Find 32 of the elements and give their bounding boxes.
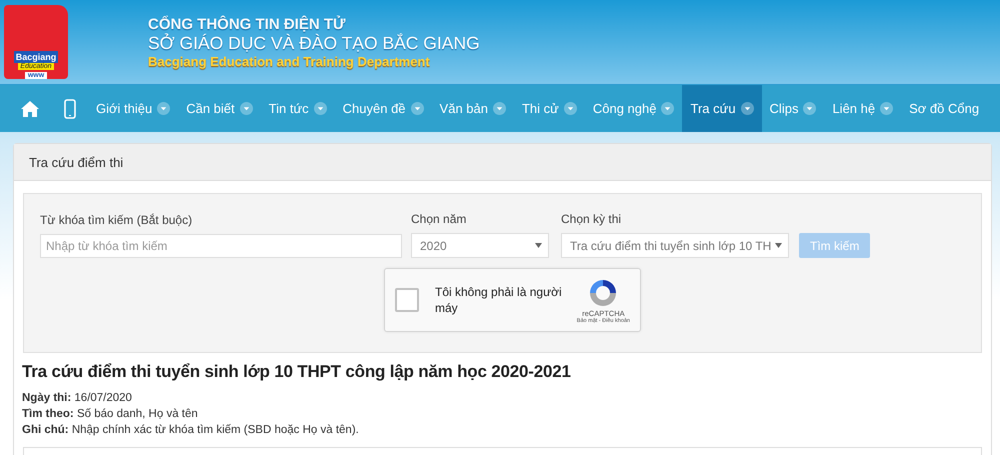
nav-item[interactable]: Cần biết [178,85,261,132]
nav-item[interactable]: Công nghệ [584,85,682,132]
field-label: Chọn năm [411,212,468,226]
field-label: Từ khóa tìm kiếm (Bắt buộc) [40,213,194,227]
exam-select[interactable]: Tra cứu điểm thi tuyển sinh lớp 10 TH [561,233,789,258]
caret-icon [775,243,782,248]
captcha-checkbox[interactable] [395,288,419,312]
logo-text: Bacgiang [14,51,58,63]
field-label: Chọn kỳ thi [561,212,622,226]
result-title: Tra cứu điểm thi tuyển sinh lớp 10 THPT công lập năm học 2020-2021 [22,362,572,382]
info-line: Tìm theo: Số báo danh, Họ và tên [22,407,199,422]
site-subtitle: SỞ GIÁO DỤC VÀ ĐÀO TẠO BẮC GIANG [148,32,480,54]
phone-icon [64,98,76,118]
nav-item[interactable]: Văn bản [432,85,514,132]
year-select[interactable]: 2020 [411,233,549,258]
nav-item[interactable]: Tin tức [260,85,335,132]
home-icon [20,100,40,118]
panel-title: Tra cứu điểm thi [14,144,991,181]
info-line: Ngày thi: 16/07/2020 [22,391,133,406]
caret-icon [535,243,542,248]
info-line: Ghi chú: Nhập chính xác từ khóa tìm kiếm (SBD hoặc Họ và tên). [22,423,360,438]
nav-item[interactable]: Tra cứu [682,85,762,132]
site-tagline: Bacgiang Education and Training Department [148,54,431,68]
nav-item[interactable]: Thi cử [514,85,585,132]
nav-item[interactable]: Sơ đồ Cổng [901,85,988,132]
nav-item[interactable]: Liên hệ [824,85,902,132]
nav-item[interactable]: Clips [762,85,824,132]
site-title: CỔNG THÔNG TIN ĐIỆN TỬ [148,16,346,32]
keyword-input[interactable]: Nhập từ khóa tìm kiếm [40,234,402,258]
nav-item[interactable]: Giới thiệu [88,85,178,132]
nav-item[interactable]: Chuyên đề [334,85,432,132]
captcha-label: Tôi không phải là người máy [435,284,563,316]
